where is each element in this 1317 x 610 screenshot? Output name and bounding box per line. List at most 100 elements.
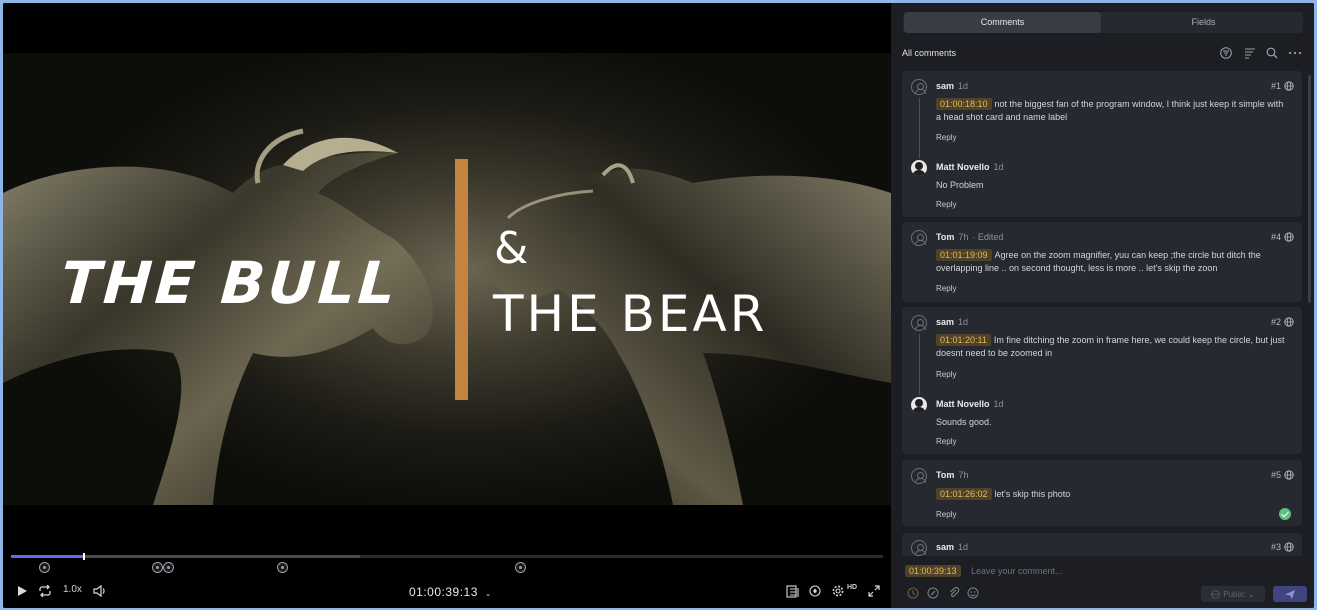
comment-composer: 01:00:39:13 Leave your comment... Public… — [891, 556, 1314, 608]
visibility-dropdown[interactable]: Public ⌄ — [1201, 586, 1265, 602]
comment-thread[interactable]: sam 1d #2 01:01:20:11 Im fine ditching the… — [902, 307, 1302, 454]
comment-number: #2 — [1271, 317, 1294, 327]
play-icon — [18, 586, 27, 596]
author-name: sam — [936, 81, 955, 91]
comment-number: #3 — [1271, 542, 1294, 552]
comment-number: #1 — [1271, 81, 1294, 91]
comment-author: Matt Novello 1d — [936, 162, 1004, 172]
reply-button[interactable]: Reply — [936, 133, 956, 142]
sort-icon[interactable] — [1244, 47, 1256, 61]
reply-text: No Problem — [936, 180, 984, 190]
comment-author: sam 1d — [936, 81, 968, 91]
comment-marker[interactable] — [163, 562, 174, 573]
comments-scrollbar[interactable] — [1308, 75, 1311, 303]
author-name: Matt Novello — [936, 162, 990, 172]
avatar — [911, 315, 927, 331]
comment-age: 1d — [993, 162, 1004, 172]
comment-timecode[interactable]: 01:01:26:02 — [936, 488, 992, 500]
comment-timecode[interactable]: 01:01:19:09 — [936, 249, 992, 261]
play-button[interactable] — [17, 585, 28, 597]
search-icon[interactable] — [1266, 47, 1278, 61]
reply-text: Sounds good. — [936, 417, 992, 427]
comment-age: 1d — [958, 317, 969, 327]
comment-marker[interactable] — [515, 562, 526, 573]
comment-timecode[interactable]: 01:01:20:11 — [936, 334, 991, 346]
comment-timecode[interactable]: 01:00:18:10 — [936, 98, 992, 110]
globe-icon — [1211, 589, 1220, 599]
comment-marker[interactable] — [277, 562, 288, 573]
resolved-check-icon[interactable] — [1279, 508, 1291, 520]
author-name: sam — [936, 542, 955, 552]
comment-body: 01:01:26:02 let's skip this photo — [936, 488, 1290, 501]
tab-fields[interactable]: Fields — [1105, 12, 1302, 33]
panel-tabs: Comments Fields — [903, 12, 1303, 33]
chevron-down-icon: ⌄ — [1248, 589, 1255, 599]
fullscreen-button[interactable] — [868, 585, 880, 597]
filter-icon[interactable] — [1220, 47, 1232, 61]
comment-marker[interactable] — [39, 562, 50, 573]
comparison-button[interactable] — [786, 585, 800, 598]
gear-icon — [832, 585, 844, 597]
loop-button[interactable] — [38, 585, 52, 597]
comment-input[interactable]: Leave your comment... — [971, 566, 1063, 576]
visibility-label: Public — [1223, 589, 1246, 599]
comment-author: sam 1d — [936, 542, 968, 552]
video-frame[interactable]: THE BULL & THE BEAR — [3, 53, 891, 505]
comment-number-text: #2 — [1270, 317, 1281, 327]
all-comments-filter[interactable]: All comments — [902, 48, 956, 58]
reply-button[interactable]: Reply — [936, 510, 956, 519]
player-controls: 1.0x 01:00:39:13 ⌄ HD — [3, 579, 891, 605]
emoji-icon[interactable] — [967, 587, 979, 601]
comment-number-text: #1 — [1270, 81, 1281, 91]
author-name: sam — [936, 317, 955, 327]
thread-line — [919, 98, 920, 158]
title-the-bull: THE BULL — [58, 249, 401, 317]
volume-button[interactable] — [93, 585, 107, 597]
author-name: Tom — [936, 470, 955, 480]
comment-thread[interactable]: Tom 7h #5 01:01:26:02 let's skip this phot… — [902, 460, 1302, 526]
reply-button[interactable]: Reply — [936, 284, 956, 293]
quality-badge[interactable]: HD — [847, 584, 857, 591]
more-options-icon[interactable] — [1288, 47, 1302, 61]
attachment-icon[interactable] — [948, 587, 960, 601]
comments-list-header: All comments — [902, 45, 1302, 61]
timeline-played — [11, 555, 84, 558]
globe-icon — [1284, 470, 1294, 480]
comment-body: 01:01:20:11 Im fine ditching the zoom in … — [936, 334, 1290, 360]
edited-label: · Edited — [972, 232, 1004, 242]
avatar — [911, 540, 927, 556]
comment-author: Tom 7h — [936, 470, 968, 480]
current-timecode[interactable]: 01:00:39:13 ⌄ — [409, 585, 492, 599]
pin-icon — [809, 585, 821, 597]
tab-comments[interactable]: Comments — [904, 12, 1101, 33]
app-window: THE BULL & THE BEAR 1.0x 01:00:39:13 ⌄ H… — [3, 3, 1314, 608]
author-name: Matt Novello — [936, 399, 990, 409]
marker-button[interactable] — [809, 585, 821, 597]
comment-author: sam 1d — [936, 317, 968, 327]
comment-marker[interactable] — [152, 562, 163, 573]
comment-age: 1d — [958, 542, 969, 552]
clock-icon[interactable] — [907, 587, 919, 601]
reply-button[interactable]: Reply — [936, 437, 956, 446]
title-ampersand: & — [494, 223, 529, 274]
globe-icon — [1284, 81, 1294, 91]
reply-button[interactable]: Reply — [936, 200, 956, 209]
comment-thread[interactable]: sam 1d #1 01:00:18:10 not the biggest fan … — [902, 71, 1302, 217]
send-button[interactable] — [1273, 586, 1307, 602]
avatar — [911, 397, 927, 413]
comment-author: Tom 7h · Edited — [936, 232, 1003, 242]
loop-icon — [39, 585, 51, 597]
comment-number-text: #3 — [1270, 542, 1281, 552]
reply-button[interactable]: Reply — [936, 370, 956, 379]
avatar — [911, 160, 927, 176]
playback-speed[interactable]: 1.0x — [63, 584, 82, 595]
timeline-playhead[interactable] — [83, 553, 86, 560]
avatar — [911, 468, 927, 484]
composer-timecode[interactable]: 01:00:39:13 — [905, 565, 961, 577]
comment-number-text: #5 — [1270, 470, 1281, 480]
timeline-scrubber[interactable] — [11, 553, 883, 560]
comment-age: 7h — [958, 232, 969, 242]
settings-button[interactable] — [832, 585, 844, 597]
comment-thread[interactable]: Tom 7h · Edited #4 01:01:19:09 Agree on the… — [902, 222, 1302, 302]
draw-icon[interactable] — [927, 587, 939, 601]
